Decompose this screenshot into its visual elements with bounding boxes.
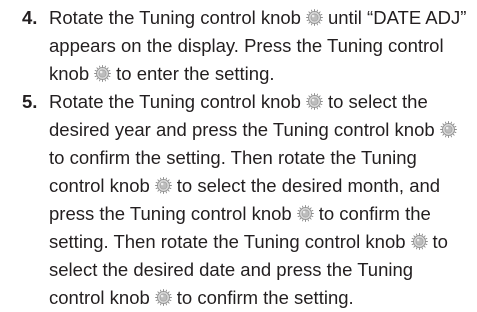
tuning-knob-icon: [306, 9, 323, 26]
instruction-steps: 4. Rotate the Tuning control knob until “…: [0, 4, 477, 312]
tuning-knob-icon: [296, 205, 314, 222]
tuning-knob-icon: [154, 177, 172, 194]
tuning-knob-icon: [439, 121, 457, 138]
step-number: 5.: [22, 91, 38, 112]
step-number: 4.: [22, 7, 38, 28]
tuning-knob-icon: [410, 233, 428, 250]
instruction-step-5: 5. Rotate the Tuning control knob to sele…: [0, 88, 477, 312]
step-text: Rotate the Tuning control knob: [49, 7, 301, 28]
tuning-knob-icon: [306, 93, 323, 110]
tuning-knob-icon: [94, 65, 112, 82]
step-text: to enter the setting.: [116, 63, 275, 84]
tuning-knob-icon: [154, 289, 172, 306]
instruction-step-4: 4. Rotate the Tuning control knob until “…: [0, 4, 477, 88]
step-text: Rotate the Tuning control knob: [49, 91, 301, 112]
